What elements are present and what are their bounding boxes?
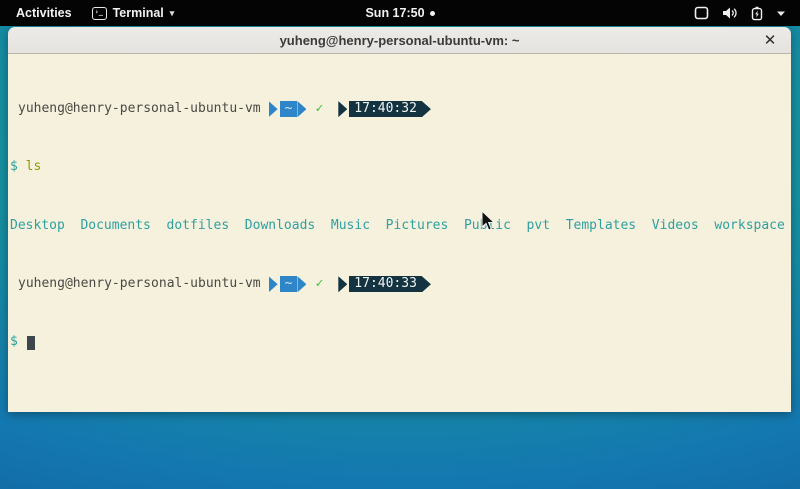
command-text: ls	[26, 160, 42, 175]
terminal-app-icon: ›_	[92, 7, 107, 20]
command-line: $ ls	[10, 160, 789, 175]
powerline-time-segment: 17:40:32	[338, 101, 431, 117]
window-title: yuheng@henry-personal-ubuntu-vm: ~	[280, 33, 520, 48]
system-tray[interactable]	[694, 6, 800, 21]
powerline-arrow-icon	[422, 101, 431, 117]
path-label: ~	[280, 101, 298, 117]
powerline-path-segment: ~	[269, 276, 307, 292]
close-button[interactable]: ✕	[759, 27, 781, 53]
prompt-symbol: $	[10, 335, 18, 350]
powerline-chevron-icon	[269, 101, 278, 117]
powerline-arrow-icon	[297, 276, 306, 292]
prompt-line-2: yuheng@henry-personal-ubuntu-vm ~ ✓ 17:4…	[10, 277, 789, 292]
text-cursor	[27, 336, 35, 350]
powerline-arrow-icon	[297, 101, 306, 117]
user-host: yuheng@henry-personal-ubuntu-vm	[18, 102, 261, 117]
app-menu[interactable]: ›_ Terminal ▾	[92, 6, 175, 20]
battery-charging-icon	[751, 6, 763, 21]
terminal-content[interactable]: yuheng@henry-personal-ubuntu-vm ~ ✓ 17:4…	[8, 54, 791, 412]
notification-dot-icon	[430, 11, 435, 16]
topbar-left: Activities ›_ Terminal ▾	[0, 6, 174, 20]
powerline-chevron-icon	[338, 276, 347, 292]
current-input-line[interactable]: $	[10, 335, 789, 350]
top-bar: Activities ›_ Terminal ▾ Sun 17:50	[0, 0, 800, 26]
success-check-icon: ✓	[315, 277, 323, 292]
powerline-arrow-icon	[422, 276, 431, 292]
time-label: 17:40:32	[349, 101, 422, 117]
powerline-path-segment: ~	[269, 101, 307, 117]
chevron-down-icon	[776, 10, 786, 17]
terminal-window: yuheng@henry-personal-ubuntu-vm: ~ ✕ yuh…	[8, 27, 791, 412]
window-titlebar[interactable]: yuheng@henry-personal-ubuntu-vm: ~ ✕	[8, 27, 791, 54]
clock-label[interactable]: Sun 17:50	[365, 6, 424, 20]
path-label: ~	[280, 276, 298, 292]
chevron-down-icon: ▾	[170, 9, 175, 18]
powerline-chevron-icon	[269, 276, 278, 292]
app-menu-label: Terminal	[113, 6, 164, 20]
display-icon	[694, 6, 709, 20]
ls-output: Desktop Documents dotfiles Downloads Mus…	[10, 219, 789, 234]
powerline-time-segment: 17:40:33	[338, 276, 431, 292]
prompt-line-1: yuheng@henry-personal-ubuntu-vm ~ ✓ 17:4…	[10, 102, 789, 117]
prompt-symbol: $	[10, 160, 18, 175]
activities-button[interactable]: Activities	[12, 6, 76, 20]
powerline-chevron-icon	[338, 101, 347, 117]
time-label: 17:40:33	[349, 276, 422, 292]
user-host: yuheng@henry-personal-ubuntu-vm	[18, 277, 261, 292]
success-check-icon: ✓	[315, 102, 323, 117]
volume-icon	[722, 6, 738, 20]
